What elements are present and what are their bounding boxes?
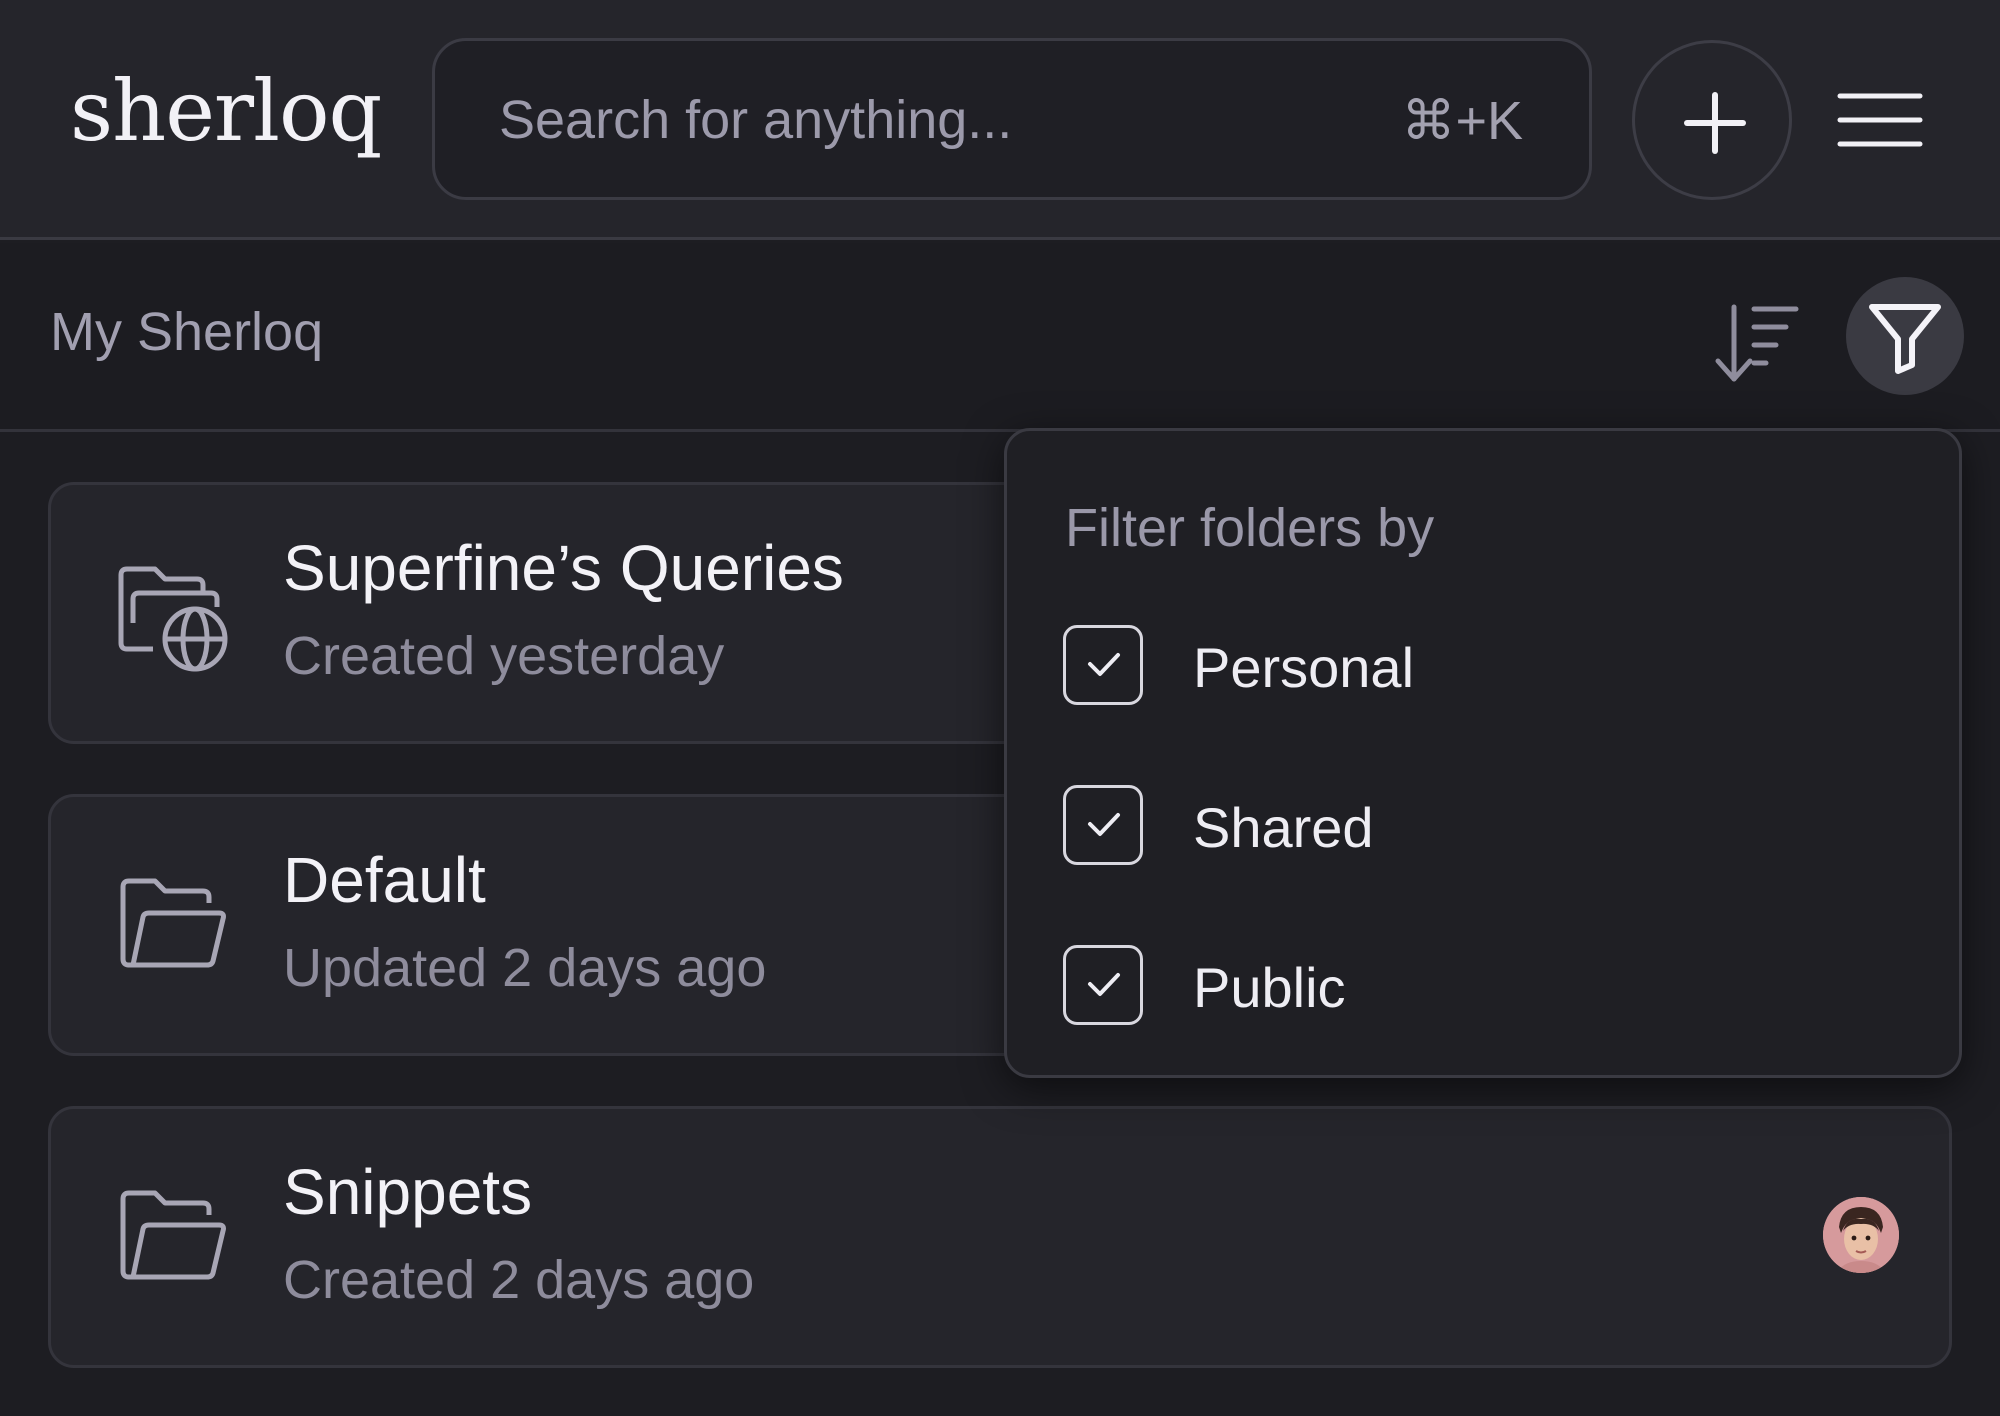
folder-open-icon — [120, 1190, 226, 1280]
filter-option-label: Shared — [1193, 796, 1374, 859]
checkbox-personal[interactable] — [1063, 625, 1143, 705]
folder-globe-icon — [118, 566, 228, 672]
filter-dropdown: Filter folders by Personal Shared Public — [1004, 428, 1962, 1078]
menu-button[interactable] — [1836, 80, 1924, 160]
folder-title: Snippets — [283, 1156, 533, 1228]
search-input[interactable]: Search for anything... ⌘+K — [432, 38, 1592, 200]
app-logo[interactable]: sherloq — [70, 62, 382, 160]
filter-funnel-icon — [1869, 304, 1941, 374]
sort-descending-icon — [1715, 304, 1799, 382]
sort-button[interactable] — [1710, 299, 1800, 389]
filter-option-public[interactable]: Public — [1063, 945, 1903, 1029]
search-placeholder: Search for anything... — [499, 90, 1013, 150]
app-header: sherloq Search for anything... ⌘+K — [0, 0, 2000, 240]
folder-title: Default — [283, 844, 486, 916]
hamburger-menu-icon — [1837, 93, 1923, 147]
folder-subtitle: Created yesterday — [283, 626, 725, 686]
folder-title: Superfine’s Queries — [283, 532, 844, 604]
checkmark-icon — [1088, 973, 1120, 996]
plus-icon — [1684, 92, 1746, 154]
checkbox-shared[interactable] — [1063, 785, 1143, 865]
filter-button[interactable] — [1846, 277, 1964, 395]
filter-option-label: Personal — [1193, 636, 1415, 699]
user-avatar-icon — [1823, 1197, 1899, 1273]
folder-card[interactable]: Snippets Created 2 days ago — [48, 1106, 1952, 1368]
add-button[interactable] — [1632, 40, 1792, 200]
avatar[interactable] — [1823, 1197, 1899, 1273]
folder-open-icon — [120, 878, 226, 968]
search-shortcut-hint: ⌘+K — [1401, 91, 1523, 151]
checkmark-icon — [1088, 813, 1120, 836]
checkmark-icon — [1088, 653, 1120, 676]
filter-option-shared[interactable]: Shared — [1063, 785, 1903, 869]
folder-subtitle: Created 2 days ago — [283, 1250, 755, 1310]
breadcrumb[interactable]: My Sherloq — [50, 301, 323, 363]
folder-subtitle: Updated 2 days ago — [283, 938, 767, 998]
checkbox-public[interactable] — [1063, 945, 1143, 1025]
filter-option-label: Public — [1193, 956, 1346, 1019]
filter-option-personal[interactable]: Personal — [1063, 625, 1903, 709]
toolbar: My Sherloq — [0, 243, 2000, 432]
filter-dropdown-title: Filter folders by — [1065, 498, 1435, 558]
